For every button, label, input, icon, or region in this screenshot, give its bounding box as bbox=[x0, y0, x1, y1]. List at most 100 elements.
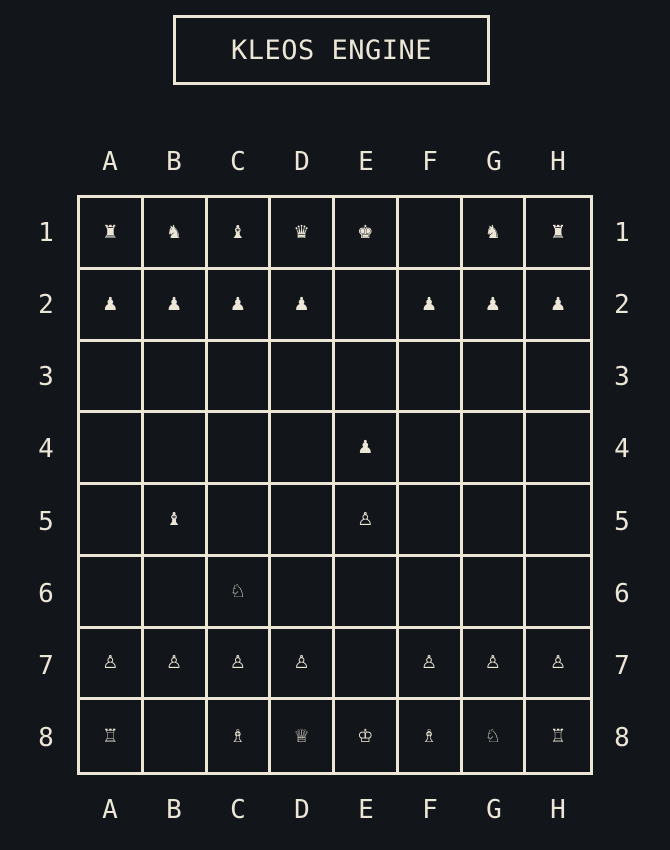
square-a5[interactable] bbox=[80, 485, 144, 557]
square-e6[interactable] bbox=[335, 556, 399, 629]
white-bishop-icon[interactable]: ♗ bbox=[421, 726, 437, 747]
square-b4[interactable] bbox=[143, 413, 208, 485]
black-knight-icon[interactable]: ♞ bbox=[166, 222, 182, 243]
square-a2[interactable]: ♟ bbox=[80, 269, 144, 342]
black-king-icon[interactable]: ♚ bbox=[357, 222, 373, 243]
square-h2[interactable]: ♟ bbox=[526, 270, 590, 342]
square-c7[interactable]: ♙ bbox=[207, 628, 272, 701]
chess-board: ♜ ♞ ♝ ♛ ♚ ♞ ♜ ♟ ♟ ♟ ♟ ♟ ♟ ♟ ♟ ♝ ♙ ♘ ♙ ♙ ♙ ♙ ♙ ♙ ♙ ♖ ♗ ♕ ♔ ♗ ♘ ♖ bbox=[77, 195, 593, 775]
file-label-bottom-c: C bbox=[230, 795, 246, 825]
square-b2[interactable]: ♟ bbox=[143, 269, 208, 342]
square-g6[interactable] bbox=[462, 556, 527, 629]
square-a7[interactable]: ♙ bbox=[80, 628, 144, 701]
square-f8[interactable]: ♗ bbox=[399, 700, 463, 772]
square-e4[interactable]: ♟ bbox=[335, 413, 399, 485]
square-f1[interactable] bbox=[398, 198, 463, 270]
white-pawn-icon[interactable]: ♙ bbox=[550, 652, 566, 673]
black-queen-icon[interactable]: ♛ bbox=[294, 222, 310, 243]
square-e7[interactable] bbox=[335, 628, 399, 701]
square-d7[interactable]: ♙ bbox=[271, 628, 335, 701]
black-pawn-icon[interactable]: ♟ bbox=[550, 294, 566, 315]
white-bishop-icon[interactable]: ♗ bbox=[230, 726, 246, 747]
square-a1[interactable]: ♜ bbox=[80, 198, 144, 270]
square-d8[interactable]: ♕ bbox=[271, 700, 335, 772]
square-a3[interactable] bbox=[80, 341, 144, 414]
square-e8[interactable]: ♔ bbox=[335, 700, 399, 772]
square-f6[interactable] bbox=[398, 556, 463, 629]
square-e3[interactable] bbox=[335, 341, 399, 414]
square-d4[interactable] bbox=[271, 413, 335, 485]
square-e2[interactable] bbox=[335, 269, 399, 342]
black-bishop-icon[interactable]: ♝ bbox=[166, 509, 182, 530]
white-pawn-icon[interactable]: ♙ bbox=[485, 652, 501, 673]
rank-label-right-5: 5 bbox=[614, 507, 630, 537]
square-c8[interactable]: ♗ bbox=[208, 700, 272, 772]
black-rook-icon[interactable]: ♜ bbox=[102, 222, 118, 243]
white-pawn-icon[interactable]: ♙ bbox=[102, 652, 118, 673]
square-h6[interactable] bbox=[526, 557, 590, 629]
square-g3[interactable] bbox=[462, 341, 527, 414]
square-g2[interactable]: ♟ bbox=[462, 269, 527, 342]
square-b5[interactable]: ♝ bbox=[143, 485, 208, 557]
square-a6[interactable] bbox=[80, 556, 144, 629]
square-h1[interactable]: ♜ bbox=[526, 198, 590, 270]
square-a8[interactable]: ♖ bbox=[80, 700, 144, 772]
square-f2[interactable]: ♟ bbox=[398, 269, 463, 342]
black-pawn-icon[interactable]: ♟ bbox=[166, 294, 182, 315]
square-h3[interactable] bbox=[526, 342, 590, 414]
black-knight-icon[interactable]: ♞ bbox=[485, 222, 501, 243]
black-bishop-icon[interactable]: ♝ bbox=[230, 222, 246, 243]
black-pawn-icon[interactable]: ♟ bbox=[421, 294, 437, 315]
square-h4[interactable] bbox=[526, 413, 590, 485]
black-pawn-icon[interactable]: ♟ bbox=[102, 294, 118, 315]
square-d5[interactable] bbox=[271, 485, 335, 557]
black-pawn-icon[interactable]: ♟ bbox=[294, 294, 310, 315]
square-c5[interactable] bbox=[207, 485, 272, 557]
square-f7[interactable]: ♙ bbox=[398, 628, 463, 701]
square-h8[interactable]: ♖ bbox=[526, 700, 590, 772]
square-d6[interactable] bbox=[271, 556, 335, 629]
square-b7[interactable]: ♙ bbox=[143, 628, 208, 701]
black-pawn-icon[interactable]: ♟ bbox=[357, 437, 373, 458]
square-c4[interactable] bbox=[207, 413, 272, 485]
square-e5[interactable]: ♙ bbox=[335, 485, 399, 557]
black-rook-icon[interactable]: ♜ bbox=[550, 222, 566, 243]
white-rook-icon[interactable]: ♖ bbox=[550, 726, 566, 747]
white-knight-icon[interactable]: ♘ bbox=[485, 726, 501, 747]
square-b3[interactable] bbox=[143, 341, 208, 414]
square-c3[interactable] bbox=[207, 341, 272, 414]
square-b6[interactable] bbox=[143, 556, 208, 629]
square-b8[interactable] bbox=[144, 700, 208, 772]
square-f4[interactable] bbox=[398, 413, 463, 485]
white-pawn-icon[interactable]: ♙ bbox=[294, 652, 310, 673]
square-c6[interactable]: ♘ bbox=[207, 556, 272, 629]
square-h7[interactable]: ♙ bbox=[526, 629, 590, 701]
black-pawn-icon[interactable]: ♟ bbox=[485, 294, 501, 315]
square-g7[interactable]: ♙ bbox=[462, 628, 527, 701]
square-g4[interactable] bbox=[462, 413, 527, 485]
square-f3[interactable] bbox=[398, 341, 463, 414]
square-c2[interactable]: ♟ bbox=[207, 269, 272, 342]
white-pawn-icon[interactable]: ♙ bbox=[230, 652, 246, 673]
square-c1[interactable]: ♝ bbox=[207, 198, 272, 270]
square-g5[interactable] bbox=[462, 485, 527, 557]
square-g1[interactable]: ♞ bbox=[462, 198, 527, 270]
square-b1[interactable]: ♞ bbox=[143, 198, 208, 270]
square-h5[interactable] bbox=[526, 485, 590, 557]
file-label-bottom-g: G bbox=[486, 795, 502, 825]
white-king-icon[interactable]: ♔ bbox=[357, 726, 373, 747]
white-knight-icon[interactable]: ♘ bbox=[230, 581, 246, 602]
white-pawn-icon[interactable]: ♙ bbox=[166, 652, 182, 673]
white-queen-icon[interactable]: ♕ bbox=[294, 726, 310, 747]
square-g8[interactable]: ♘ bbox=[463, 700, 527, 772]
square-d1[interactable]: ♛ bbox=[271, 198, 335, 270]
square-a4[interactable] bbox=[80, 413, 144, 485]
black-pawn-icon[interactable]: ♟ bbox=[230, 294, 246, 315]
square-d3[interactable] bbox=[271, 341, 335, 414]
square-f5[interactable] bbox=[398, 485, 463, 557]
square-e1[interactable]: ♚ bbox=[335, 198, 399, 270]
white-pawn-icon[interactable]: ♙ bbox=[421, 652, 437, 673]
white-rook-icon[interactable]: ♖ bbox=[102, 726, 118, 747]
square-d2[interactable]: ♟ bbox=[271, 269, 335, 342]
white-pawn-icon[interactable]: ♙ bbox=[357, 509, 373, 530]
